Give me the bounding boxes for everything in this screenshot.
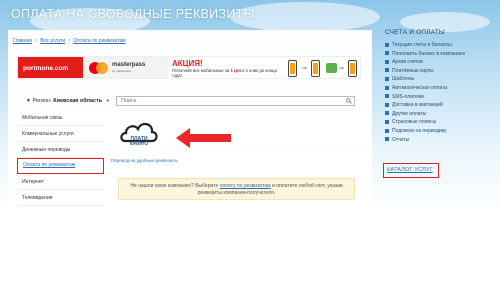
bullet-icon <box>385 77 389 82</box>
chevron-down-icon: ▼ <box>105 98 110 103</box>
right-item-label: SMS-платежи <box>392 93 424 100</box>
promo-text-bold: 1 грн <box>230 68 242 73</box>
sidebar-item-transfers[interactable]: Денежные переводы <box>17 142 104 158</box>
right-item-other[interactable]: Другие оплаты <box>381 110 491 119</box>
promo-banner[interactable]: portmone.com masterpass by mastercard АК… <box>17 56 361 79</box>
breadcrumb-separator: / <box>68 38 70 44</box>
right-item-subscriptions[interactable]: Подписки на периодику <box>381 127 491 136</box>
right-item-insurance[interactable]: Страховые полисы <box>381 118 491 127</box>
right-item-label: Другие оплаты <box>392 110 427 117</box>
bullet-icon <box>385 120 389 125</box>
bullet-icon <box>385 111 389 116</box>
red-arrow-left-icon <box>176 128 231 148</box>
arrow-right-icon: ➞ <box>339 66 345 72</box>
bullet-icon <box>385 59 389 64</box>
plati-fayno-logo-text: ПЛАТИ ФАЙНО <box>128 137 150 147</box>
right-item-label: Автоматическая оплата <box>392 84 448 91</box>
right-item-label: Доставка в квитанций <box>392 102 443 109</box>
region-selector[interactable]: ▼ Регион: Киевская область ▼ <box>26 98 110 104</box>
right-item-templates[interactable]: Шаблоны <box>381 75 491 84</box>
sidebar-menu: Мобильная связь Коммунальные услуги Дене… <box>17 110 104 206</box>
sidebar-item-utilities[interactable]: Коммунальные услуги <box>17 126 104 142</box>
sidebar-item-mobile[interactable]: Мобильная связь <box>17 110 104 126</box>
right-item-cards[interactable]: Платёжные карты <box>381 67 491 76</box>
sidebar-item-tv[interactable]: Телевидение <box>17 190 104 206</box>
transfer-to-requisites-link[interactable]: Перевод на удобные реквизиты <box>111 158 178 163</box>
breadcrumb-all-services[interactable]: Все услуги <box>40 38 65 44</box>
bullet-icon <box>385 42 389 47</box>
portmone-logo: portmone.com <box>18 57 83 78</box>
promo-text: Пополняй все мобильные за 1 грн в 1 клик… <box>172 68 282 78</box>
notice-box: Не нашли свою компанию? Выберите оплату … <box>118 178 355 200</box>
breadcrumb-separator: / <box>35 38 37 44</box>
catalog-services-link[interactable]: КАТАЛОГ УСЛУГ <box>383 163 439 178</box>
breadcrumb-current[interactable]: Оплата по реквизитам <box>73 38 125 44</box>
phone-icon <box>288 60 297 77</box>
search-input[interactable] <box>116 96 355 106</box>
right-item-label: Платёжные карты <box>392 67 434 74</box>
bullet-icon <box>385 85 389 90</box>
bullet-icon <box>385 128 389 133</box>
masterpass-sub-label: by mastercard <box>112 69 132 73</box>
notice-text-part1: Не нашли свою компанию? Выберите <box>130 183 219 189</box>
bullet-icon <box>385 68 389 73</box>
breadcrumb-home[interactable]: Главная <box>13 38 32 44</box>
bullet-icon <box>385 51 389 56</box>
bullet-icon <box>385 94 389 99</box>
bullet-icon <box>385 137 389 142</box>
right-item-sms[interactable]: SMS-платежи <box>381 93 491 102</box>
logo-text-line2: ФАЙНО <box>129 141 149 147</box>
right-item-label: Архив счетов <box>392 59 423 66</box>
arrow-right-icon: ➞ <box>302 66 308 72</box>
promo-offer: АКЦИЯ! Пополняй все мобильные за 1 грн в… <box>172 59 282 78</box>
wallet-icon <box>326 63 337 73</box>
right-item-label: Шаблоны <box>392 76 415 83</box>
masterpass-label: masterpass <box>112 62 146 68</box>
chevron-down-icon: ▼ <box>26 98 31 104</box>
right-item-label: Текущие счета и балансы <box>392 42 452 48</box>
right-item-auto-payment[interactable]: Автоматическая оплата <box>381 84 491 93</box>
masterpass-logo: masterpass by mastercard <box>83 57 168 78</box>
payment-by-requisites-link[interactable]: оплату по реквизитам <box>220 183 271 189</box>
search-icon[interactable] <box>346 98 352 104</box>
page-title: ОПЛАТА НА СВОБОДНЫЕ РЕКВИЗИТЫ <box>11 7 255 21</box>
right-panel: СЧЕТА И ОПЛАТЫ Текущие счета и балансы П… <box>381 26 491 144</box>
right-panel-title: СЧЕТА И ОПЛАТЫ <box>385 29 445 36</box>
right-item-label: Страховые полисы <box>392 119 437 126</box>
right-item-delivery[interactable]: Доставка в квитанций <box>381 101 491 110</box>
right-item-label: Подписки на периодику <box>392 127 447 134</box>
region-label: Регион: <box>32 98 52 104</box>
right-item-label: Пополнить баланс в компаниях <box>392 50 466 57</box>
phone-icon <box>348 60 357 77</box>
promo-title: АКЦИЯ! <box>172 59 203 68</box>
region-value: Киевская область <box>53 98 103 104</box>
sidebar-item-payment-by-requisites[interactable]: Оплата по реквизитам <box>17 158 104 174</box>
phone-icon <box>311 60 320 77</box>
bullet-icon <box>385 102 389 107</box>
right-item-topup[interactable]: Пополнить баланс в компаниях <box>381 50 491 59</box>
right-item-archive[interactable]: Архив счетов <box>381 58 491 67</box>
breadcrumb: Главная / Все услуги / Оплата по реквизи… <box>13 38 128 44</box>
right-item-reports[interactable]: Отчеты <box>381 136 491 145</box>
sidebar-item-internet[interactable]: Интернет <box>17 174 104 190</box>
right-item-label: Отчеты <box>392 136 410 143</box>
mastercard-orange-circle-icon <box>96 62 108 74</box>
right-item-balances[interactable]: Текущие счета и балансы <box>381 41 491 50</box>
